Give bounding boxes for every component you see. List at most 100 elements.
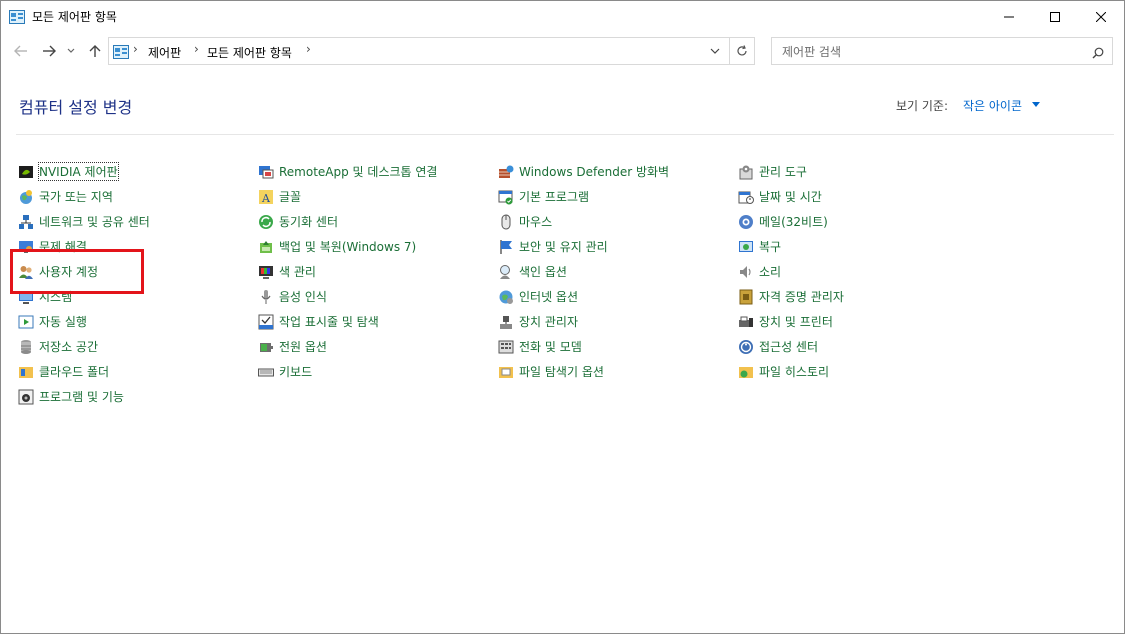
item-file-history[interactable]: 파일 히스토리 xyxy=(738,359,844,384)
item-work-folders[interactable]: 클라우드 폴더 xyxy=(18,359,150,384)
item-system[interactable]: 시스템 xyxy=(18,284,150,309)
item-indexing-options[interactable]: 색인 옵션 xyxy=(498,259,669,284)
chevron-right-icon[interactable]: › xyxy=(306,42,311,56)
fonts-icon: A xyxy=(259,189,273,205)
phone-modem-icon xyxy=(498,340,514,353)
item-network-sharing-center[interactable]: 네트워크 및 공유 센터 xyxy=(18,209,150,234)
item-sound[interactable]: 소리 xyxy=(738,259,844,284)
back-button[interactable] xyxy=(10,40,32,62)
breadcrumb-control-panel[interactable]: 제어판 xyxy=(148,44,181,61)
item-remoteapp[interactable]: RemoteApp 및 데스크톱 연결 xyxy=(258,159,437,184)
item-storage-spaces[interactable]: 저장소 공간 xyxy=(18,334,150,359)
item-label: 문제 해결 xyxy=(39,240,87,254)
address-dropdown-button[interactable] xyxy=(703,38,727,64)
credential-icon xyxy=(739,289,753,304)
search-box[interactable] xyxy=(771,37,1113,65)
chevron-right-icon[interactable]: › xyxy=(194,42,199,56)
view-by-dropdown[interactable]: 작은 아이콘 xyxy=(963,97,1022,114)
security-flag-icon xyxy=(500,239,512,254)
item-label: 소리 xyxy=(759,265,782,279)
forward-button[interactable] xyxy=(38,40,60,62)
item-label: 백업 및 복원(Windows 7) xyxy=(279,240,417,254)
item-speech-recognition[interactable]: 음성 인식 xyxy=(258,284,437,309)
item-taskbar-navigation[interactable]: 작업 표시줄 및 탐색 xyxy=(258,309,437,334)
item-fonts[interactable]: A 글꼴 xyxy=(258,184,437,209)
item-label: 관리 도구 xyxy=(759,165,807,179)
item-nvidia-control-panel[interactable]: NVIDIA 제어판 xyxy=(18,159,150,184)
breadcrumb-all-items[interactable]: 모든 제어판 항목 xyxy=(207,44,292,61)
recent-locations-button[interactable] xyxy=(63,40,79,62)
item-windows-firewall[interactable]: Windows Defender 방화벽 xyxy=(498,159,669,184)
item-recovery[interactable]: 복구 xyxy=(738,234,844,259)
keyboard-icon xyxy=(258,368,274,376)
item-phone-modem[interactable]: 전화 및 모뎀 xyxy=(498,334,669,359)
item-region[interactable]: 국가 또는 지역 xyxy=(18,184,150,209)
item-label: 색인 옵션 xyxy=(519,265,567,279)
item-power-options[interactable]: 전원 옵션 xyxy=(258,334,437,359)
device-manager-icon xyxy=(500,315,512,329)
folder-options-icon xyxy=(499,366,513,378)
chevron-right-icon[interactable]: › xyxy=(133,42,138,56)
item-mouse[interactable]: 마우스 xyxy=(498,209,669,234)
item-label: 전원 옵션 xyxy=(279,340,327,354)
chevron-down-icon xyxy=(67,48,75,53)
item-label: 장치 관리자 xyxy=(519,315,579,329)
item-devices-printers[interactable]: 장치 및 프린터 xyxy=(738,309,844,334)
search-input[interactable] xyxy=(780,42,1084,62)
autoplay-icon xyxy=(18,315,34,328)
up-button[interactable] xyxy=(84,40,106,62)
item-label: 자격 증명 관리자 xyxy=(759,290,844,304)
item-label: 프로그램 및 기능 xyxy=(39,390,124,404)
file-history-icon xyxy=(739,366,753,378)
sync-icon xyxy=(259,214,273,229)
title-bar: 모든 제어판 항목 xyxy=(1,1,1124,32)
svg-text:A: A xyxy=(261,192,271,205)
item-user-accounts[interactable]: 사용자 계정 xyxy=(18,259,150,284)
item-device-manager[interactable]: 장치 관리자 xyxy=(498,309,669,334)
region-icon xyxy=(20,189,32,204)
item-label: 음성 인식 xyxy=(279,290,327,304)
item-color-management[interactable]: 색 관리 xyxy=(258,259,437,284)
item-internet-options[interactable]: 인터넷 옵션 xyxy=(498,284,669,309)
system-icon xyxy=(19,290,33,304)
item-security-maintenance[interactable]: 보안 및 유지 관리 xyxy=(498,234,669,259)
mouse-icon xyxy=(501,214,511,229)
item-label: 메일(32비트) xyxy=(759,215,828,229)
taskbar-icon xyxy=(258,314,274,329)
item-keyboard[interactable]: 키보드 xyxy=(258,359,437,384)
address-bar[interactable]: › 제어판 › 모든 제어판 항목 › xyxy=(108,37,755,65)
item-ease-of-access[interactable]: 접근성 센터 xyxy=(738,334,844,359)
storage-icon xyxy=(21,339,31,354)
item-troubleshooting[interactable]: 문제 해결 xyxy=(18,234,150,259)
internet-options-icon xyxy=(499,290,513,304)
divider xyxy=(16,134,1114,135)
item-label: 인터넷 옵션 xyxy=(519,290,579,304)
item-default-programs[interactable]: 기본 프로그램 xyxy=(498,184,669,209)
item-date-time[interactable]: 날짜 및 시간 xyxy=(738,184,844,209)
item-credential-manager[interactable]: 자격 증명 관리자 xyxy=(738,284,844,309)
refresh-button[interactable] xyxy=(729,37,755,65)
item-mail-32bit[interactable]: 메일(32비트) xyxy=(738,209,844,234)
item-label: 국가 또는 지역 xyxy=(39,190,113,204)
item-autoplay[interactable]: 자동 실행 xyxy=(18,309,150,334)
caret-down-icon[interactable] xyxy=(1032,102,1040,107)
ease-of-access-icon xyxy=(739,339,753,354)
items-column-4: 관리 도구 날짜 및 시간 메일(32비트) 복구 소리 자격 증명 관리자 장… xyxy=(738,159,844,384)
item-administrative-tools[interactable]: 관리 도구 xyxy=(738,159,844,184)
item-file-explorer-options[interactable]: 파일 탐색기 옵션 xyxy=(498,359,669,384)
datetime-icon xyxy=(738,191,754,204)
item-sync-center[interactable]: 동기화 센터 xyxy=(258,209,437,234)
item-backup-restore[interactable]: 백업 및 복원(Windows 7) xyxy=(258,234,437,259)
admin-tools-icon xyxy=(739,165,753,179)
backup-icon xyxy=(260,240,272,253)
item-programs-features[interactable]: 프로그램 및 기능 xyxy=(18,384,150,409)
search-icon[interactable] xyxy=(1092,44,1104,63)
close-button[interactable] xyxy=(1078,1,1124,32)
forward-arrow-icon xyxy=(43,45,56,57)
item-label: 작업 표시줄 및 탐색 xyxy=(279,315,379,329)
item-label: 장치 및 프린터 xyxy=(759,315,833,329)
item-label: 저장소 공간 xyxy=(39,340,99,354)
item-label: RemoteApp 및 데스크톱 연결 xyxy=(279,165,438,179)
minimize-button[interactable] xyxy=(986,1,1032,32)
maximize-button[interactable] xyxy=(1032,1,1078,32)
